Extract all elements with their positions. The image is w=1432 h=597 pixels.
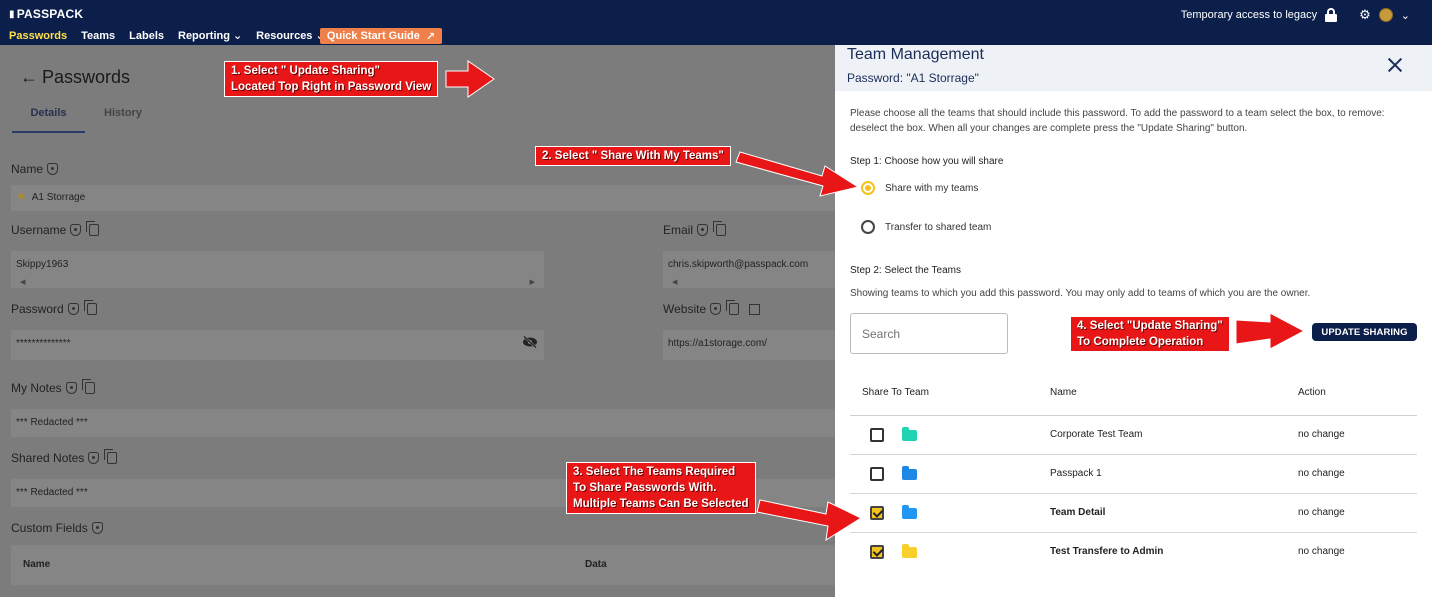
annotation-arrows — [445, 60, 1306, 541]
arrow-step-2 — [735, 151, 860, 197]
arrow-step-3 — [756, 499, 863, 541]
arrow-step-1 — [445, 60, 495, 98]
arrow-step-4 — [1235, 312, 1306, 350]
